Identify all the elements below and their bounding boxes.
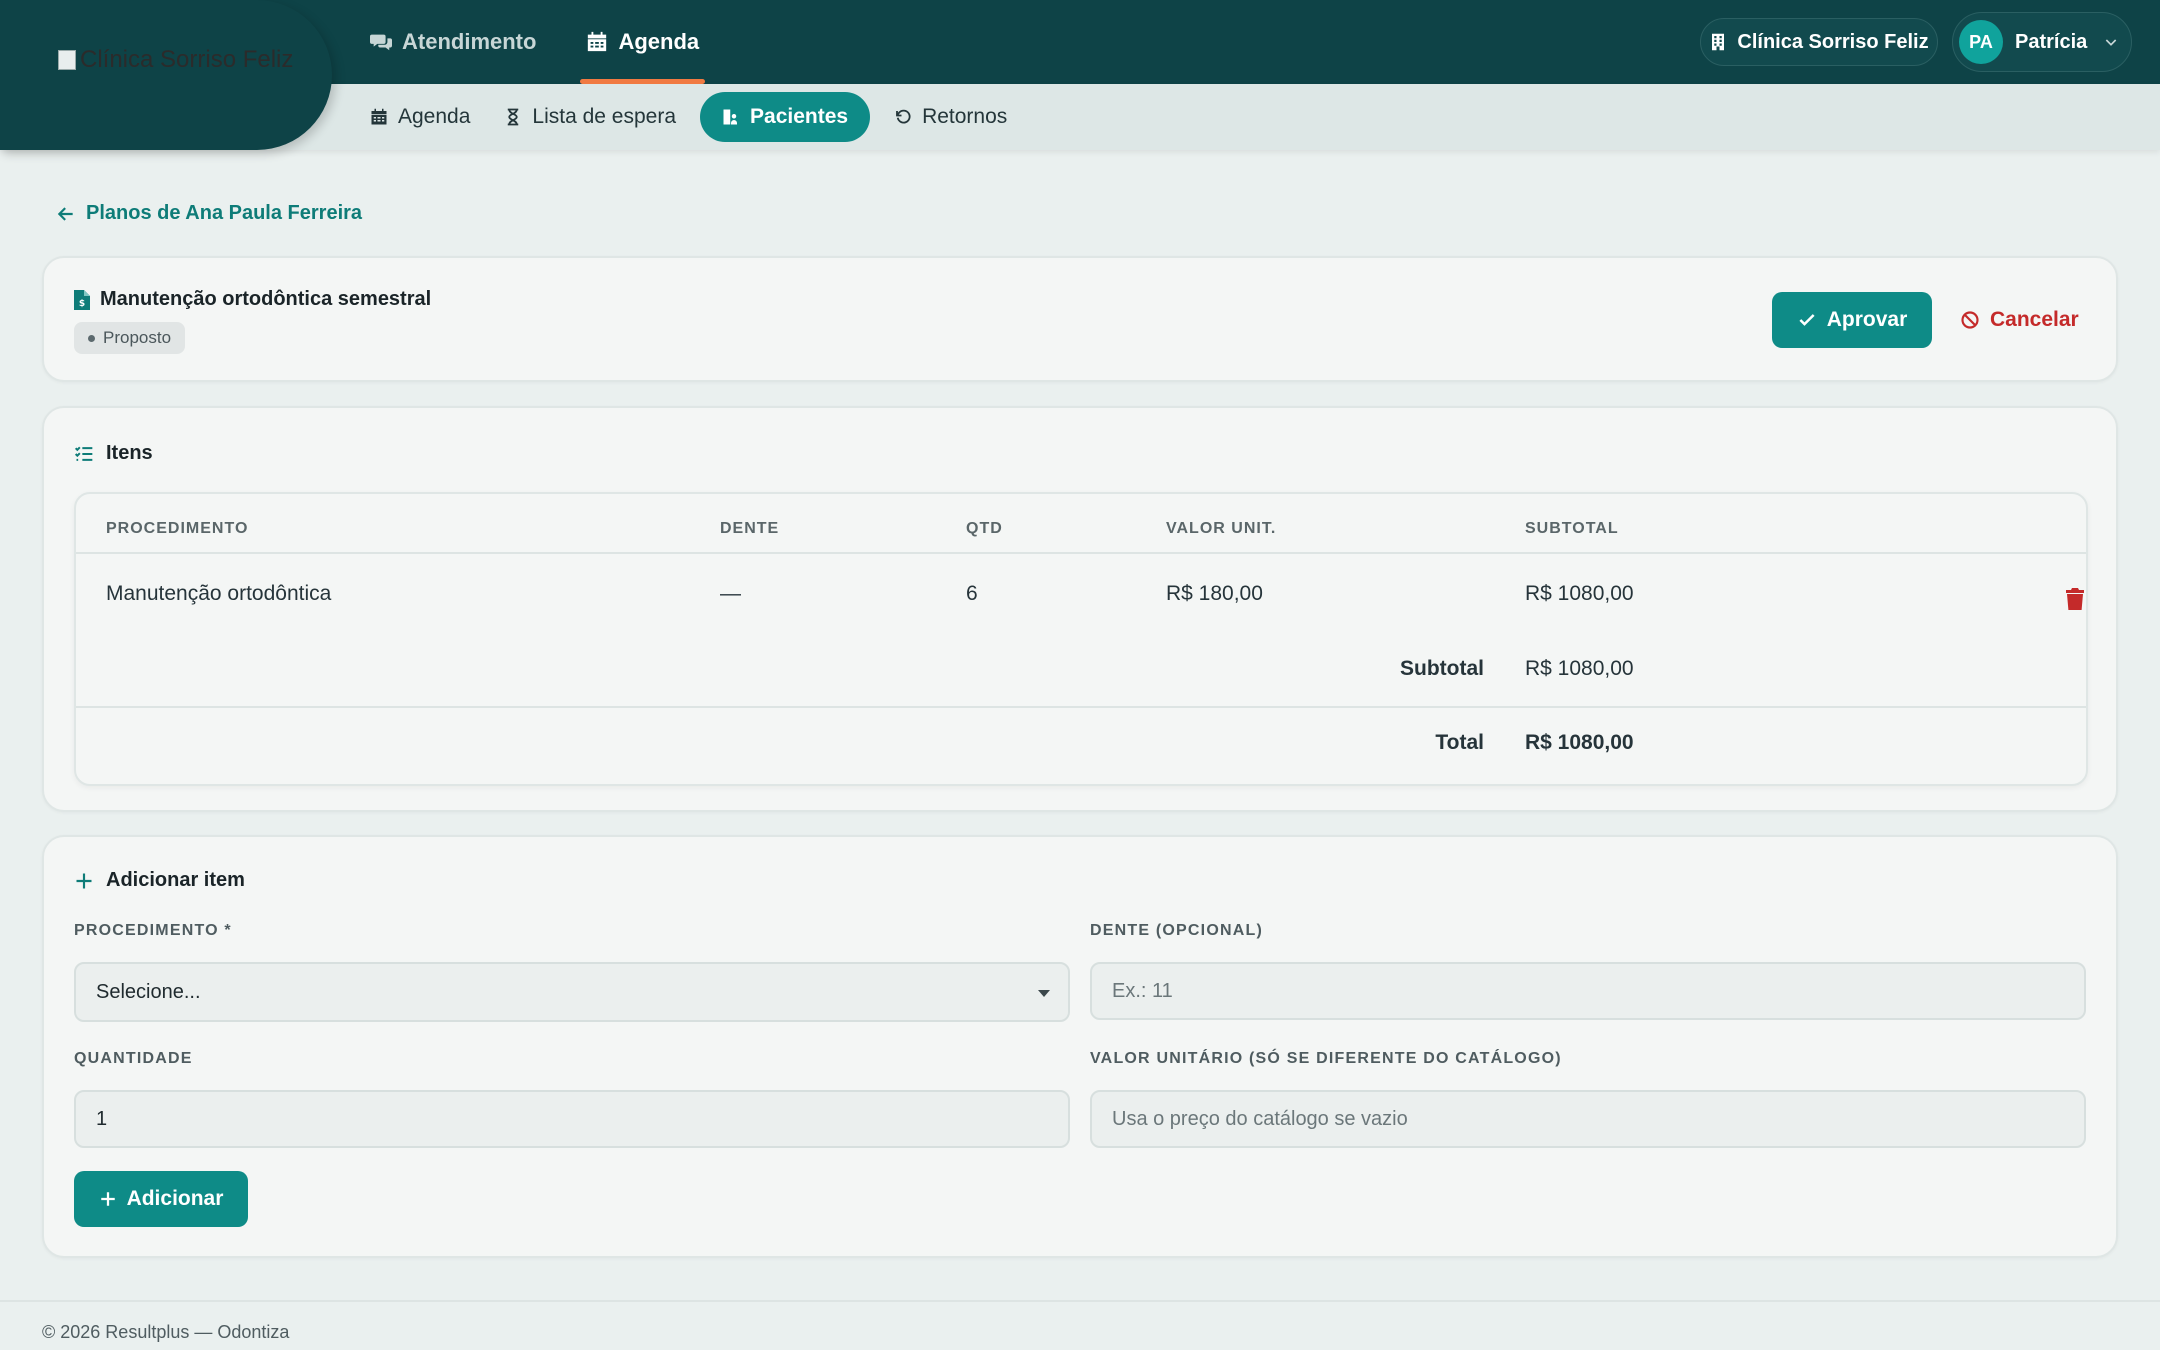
hourglass-icon [508,108,519,126]
items-table: PROCEDIMENTO DENTE QTD VALOR UNIT. SUBTO… [74,492,2088,786]
list-check-icon [74,446,93,461]
building-icon [1712,33,1725,51]
avatar: PA [1959,20,2003,64]
user-menu[interactable]: PA Patrícia [1952,12,2132,72]
footer-copyright: © 2026 Resultplus — Odontiza [42,1322,290,1342]
quantity-input[interactable]: 1 [74,1090,1070,1148]
subnav-item-patients[interactable]: Pacientes [700,92,871,142]
nav-label: Atendimento [402,29,537,54]
unit-price-label: VALOR UNITÁRIO (SÓ SE DIFERENTE DO CATÁL… [1090,1050,1562,1067]
add-item-title: Adicionar item [74,869,245,892]
back-link-label: Planos de Ana Paula Ferreira [86,202,363,224]
status-badge: Proposto [74,322,186,354]
cell-tooth: — [720,582,741,605]
nav-item-agenda[interactable]: Agenda [580,0,705,84]
clinic-logo: Clínica Sorriso Feliz [58,46,293,74]
subnav-label: Lista de espera [532,105,677,128]
cell-unit-price: R$ 180,00 [1166,582,1263,605]
clinic-name: Clínica Sorriso Feliz [1737,30,1929,53]
cell-subtotal: R$ 1080,00 [1525,582,1634,605]
svg-text:$: $ [79,299,85,309]
footer-divider [0,1300,2160,1302]
undo-icon [896,109,911,124]
total-label: Total [1435,731,1484,754]
column-header-procedure: PROCEDIMENTO [106,520,249,537]
column-header-subtotal: SUBTOTAL [1525,520,1619,537]
main-nav: Atendimento Agenda [370,0,705,84]
cell-procedure: Manutenção ortodôntica [106,582,332,605]
add-button[interactable]: Adicionar [74,1171,248,1227]
broken-image-icon [58,50,76,70]
cancel-button[interactable]: Cancelar [1960,304,2079,336]
nav-label: Agenda [618,29,700,54]
cancel-label: Cancelar [1990,308,2079,331]
total-divider [76,706,2086,708]
tooth-input[interactable]: Ex.: 11 [1090,962,2086,1020]
add-item-title-text: Adicionar item [106,869,245,891]
approve-label: Aprovar [1826,308,1908,331]
procedure-select-value: Selecione... [96,980,201,1003]
caret-down-icon [1038,990,1050,997]
plus-icon [100,1192,115,1206]
tooth-label: DENTE (OPCIONAL) [1090,922,1263,939]
header-divider [76,552,2086,554]
unit-price-input[interactable]: Usa o preço do catálogo se vazio [1090,1090,2086,1148]
add-item-card: Adicionar item PROCEDIMENTO * Selecione.… [42,835,2118,1258]
patients-icon [723,109,738,125]
cell-qty: 6 [966,582,978,605]
subnav-label: Pacientes [750,105,849,128]
unit-price-placeholder: Usa o preço do catálogo se vazio [1112,1107,1408,1130]
items-title: Itens [74,442,153,465]
procedure-label: PROCEDIMENTO * [74,922,232,939]
user-name: Patrícia [2015,30,2088,53]
quantity-input-value: 1 [96,1107,108,1130]
nav-item-atendimento[interactable]: Atendimento [370,0,536,84]
subnav-label: Retornos [922,105,1008,128]
column-header-qty: QTD [966,520,1003,537]
column-header-unit: VALOR UNIT. [1166,520,1277,537]
subnav-label: Agenda [398,105,471,128]
plan-card: $ Manutenção ortodôntica semestral Propo… [42,256,2118,382]
tooth-input-placeholder: Ex.: 11 [1112,979,1173,1002]
clinic-selector[interactable]: Clínica Sorriso Feliz [1700,18,1938,66]
chat-icon [370,34,392,51]
subnav-item-waitlist[interactable]: Lista de espera [504,92,676,142]
sub-nav: Agenda Lista de espera Pacientes Retorno… [370,92,1007,142]
column-header-tooth: DENTE [720,520,780,537]
subnav-item-returns[interactable]: Retornos [894,92,1007,142]
total-value: R$ 1080,00 [1525,731,1634,754]
plan-title-text: Manutenção ortodôntica semestral [100,288,432,310]
status-text: Proposto [103,328,172,347]
arrow-left-icon [57,206,73,221]
approve-button[interactable]: Aprovar [1772,292,1932,348]
ban-icon [1961,311,1979,329]
trash-icon [2066,588,2084,610]
invoice-icon: $ [74,289,90,310]
items-card: Itens PROCEDIMENTO DENTE QTD VALOR UNIT.… [42,406,2118,812]
items-title-text: Itens [106,442,153,464]
calendar-icon [588,31,607,52]
logo-container[interactable]: Clínica Sorriso Feliz [0,0,332,150]
check-icon [1799,314,1815,326]
procedure-select[interactable]: Selecione... [74,962,1070,1022]
plan-title: $ Manutenção ortodôntica semestral [74,288,431,311]
delete-item-button[interactable] [2066,588,2084,610]
add-button-label: Adicionar [126,1187,224,1210]
subtotal-label: Subtotal [1400,657,1484,680]
chevron-down-icon [2106,39,2117,46]
subnav-item-agenda[interactable]: Agenda [370,92,470,142]
quantity-label: QUANTIDADE [74,1050,193,1067]
back-link[interactable]: Planos de Ana Paula Ferreira [56,202,362,225]
status-dot [88,334,95,342]
calendar-icon [371,108,387,125]
logo-alt-text: Clínica Sorriso Feliz [80,46,294,73]
subtotal-value: R$ 1080,00 [1525,657,1634,680]
plus-icon [76,873,92,888]
